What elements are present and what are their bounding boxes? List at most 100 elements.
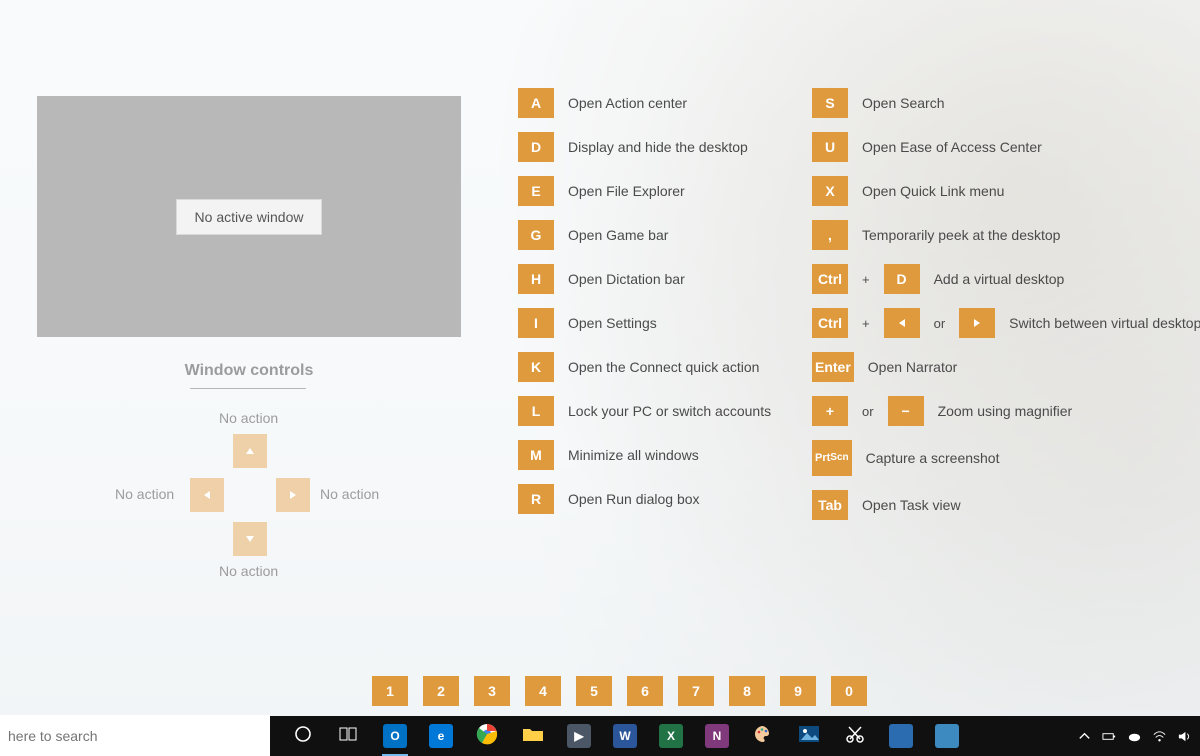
taskbar-app-misc[interactable]	[928, 716, 966, 756]
shortcut-key[interactable]: A	[518, 88, 554, 118]
or-label: or	[934, 316, 946, 331]
battery-icon	[1102, 729, 1117, 744]
shortcut-desc: Open Search	[862, 95, 945, 111]
shortcut-key[interactable]: G	[518, 220, 554, 250]
dpad-down-button[interactable]	[233, 522, 267, 556]
taskbar-app-paint[interactable]	[744, 716, 782, 756]
shortcut-key[interactable]: 7	[678, 676, 714, 706]
shortcut-desc: Minimize all windows	[568, 447, 699, 463]
shortcut-key[interactable]: R	[518, 484, 554, 514]
shortcut-desc: Display and hide the desktop	[568, 139, 748, 155]
excel-icon: X	[659, 724, 683, 748]
shortcut-desc: Open Action center	[568, 95, 687, 111]
chrome-icon	[476, 723, 498, 750]
paint-icon	[753, 724, 773, 749]
shortcut-row: M Minimize all windows	[518, 440, 818, 470]
shortcut-key[interactable]: 9	[780, 676, 816, 706]
window-preview-label: No active window	[176, 199, 323, 235]
shortcut-key[interactable]: 4	[525, 676, 561, 706]
shortcut-key[interactable]: PrtScn	[812, 440, 852, 476]
shortcut-row: L Lock your PC or switch accounts	[518, 396, 818, 426]
shortcut-desc: Open Quick Link menu	[862, 183, 1004, 199]
shortcut-key[interactable]: L	[518, 396, 554, 426]
chevron-right-icon	[972, 318, 982, 328]
shortcut-row: Ctrl+orSwitch between virtual desktops	[812, 308, 1192, 338]
dpad-up-button[interactable]	[233, 434, 267, 468]
taskbar-app-media[interactable]: ▶	[560, 716, 598, 756]
shortcut-row: Ctrl+DAdd a virtual desktop	[812, 264, 1192, 294]
media-icon: ▶	[567, 724, 591, 748]
shortcut-desc: Temporarily peek at the desktop	[862, 227, 1060, 243]
arrow-left-key[interactable]	[884, 308, 920, 338]
shortcut-desc: Open File Explorer	[568, 183, 685, 199]
shortcut-key[interactable]: Ctrl	[812, 264, 848, 294]
shortcut-row: D Display and hide the desktop	[518, 132, 818, 162]
misc-icon	[935, 724, 959, 748]
shortcut-key[interactable]: 6	[627, 676, 663, 706]
shortcut-key[interactable]: E	[518, 176, 554, 206]
dpad-down-label: No action	[219, 563, 278, 579]
shortcut-key[interactable]: D	[884, 264, 920, 294]
taskbar-app-cortana[interactable]	[284, 716, 322, 756]
shortcut-desc: Lock your PC or switch accounts	[568, 403, 771, 419]
shortcut-key[interactable]: X	[812, 176, 848, 206]
shortcut-key[interactable]: Tab	[812, 490, 848, 520]
shortcut-desc: Add a virtual desktop	[934, 271, 1065, 287]
shortcut-key[interactable]: Ctrl	[812, 308, 848, 338]
shortcut-key[interactable]: 8	[729, 676, 765, 706]
taskbar-apps: Oe ▶ WXN	[284, 716, 966, 756]
shortcut-key[interactable]: K	[518, 352, 554, 382]
shortcut-key[interactable]: 5	[576, 676, 612, 706]
shortcut-key[interactable]: S	[812, 88, 848, 118]
tray-chevron-up-icon	[1077, 729, 1092, 744]
shortcut-key[interactable]: U	[812, 132, 848, 162]
onedrive-icon	[1127, 729, 1142, 744]
plus-label: +	[862, 316, 870, 331]
shortcut-key[interactable]: I	[518, 308, 554, 338]
shortcut-row: UOpen Ease of Access Center	[812, 132, 1192, 162]
shortcut-row: E Open File Explorer	[518, 176, 818, 206]
taskbar-app-onenote[interactable]: N	[698, 716, 736, 756]
taskbar-app-word[interactable]: W	[606, 716, 644, 756]
shortcut-key[interactable]: H	[518, 264, 554, 294]
shortcut-key[interactable]: 3	[474, 676, 510, 706]
shortcut-desc: Open Dictation bar	[568, 271, 685, 287]
taskbar-app-generic[interactable]	[882, 716, 920, 756]
shortcut-key[interactable]: 0	[831, 676, 867, 706]
shortcut-row: H Open Dictation bar	[518, 264, 818, 294]
dpad-right-button[interactable]	[276, 478, 310, 512]
taskbar-app-outlook[interactable]: O	[376, 716, 414, 756]
shortcut-column-2: S Open Search UOpen Ease of Access Center X…	[812, 88, 1192, 520]
task-view-icon	[339, 725, 359, 748]
system-tray[interactable]	[1077, 729, 1192, 744]
taskbar-app-file-explorer[interactable]	[514, 716, 552, 756]
taskbar-search-input[interactable]	[0, 715, 270, 756]
shortcut-key[interactable]: Enter	[812, 352, 854, 382]
shortcut-key[interactable]: 1	[372, 676, 408, 706]
shortcut-key[interactable]: −	[888, 396, 924, 426]
chevron-right-icon	[288, 490, 298, 500]
shortcut-row: K Open the Connect quick action	[518, 352, 818, 382]
shortcut-row: EnterOpen Narrator	[812, 352, 1192, 382]
window-controls-heading: Window controls	[37, 362, 461, 380]
arrow-right-key[interactable]	[959, 308, 995, 338]
taskbar-app-snip[interactable]	[836, 716, 874, 756]
taskbar-app-chrome[interactable]	[468, 716, 506, 756]
taskbar-app-excel[interactable]: X	[652, 716, 690, 756]
onenote-icon: N	[705, 724, 729, 748]
taskbar-app-task-view[interactable]	[330, 716, 368, 756]
edge-icon: e	[429, 724, 453, 748]
shortcut-row: TabOpen Task view	[812, 490, 1192, 520]
outlook-icon: O	[383, 724, 407, 748]
dpad-left-button[interactable]	[190, 478, 224, 512]
shortcut-key[interactable]: +	[812, 396, 848, 426]
taskbar-app-photos[interactable]	[790, 716, 828, 756]
generic-icon	[889, 724, 913, 748]
shortcut-key[interactable]: D	[518, 132, 554, 162]
taskbar-app-edge[interactable]: e	[422, 716, 460, 756]
shortcut-key[interactable]: M	[518, 440, 554, 470]
shortcut-desc: Open the Connect quick action	[568, 359, 759, 375]
shortcut-row: S Open Search	[812, 88, 1192, 118]
shortcut-key[interactable]: 2	[423, 676, 459, 706]
shortcut-key[interactable]: ,	[812, 220, 848, 250]
